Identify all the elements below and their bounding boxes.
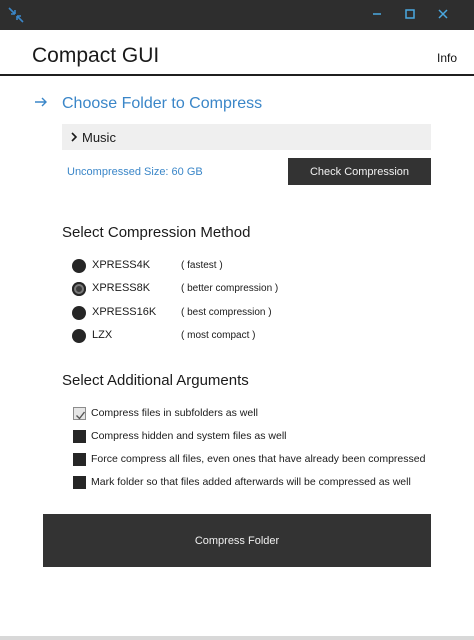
additional-arguments-heading: Select Additional Arguments <box>62 372 249 389</box>
checkbox-label: Force compress all files, even ones that… <box>91 453 426 465</box>
checkbox[interactable] <box>73 407 86 420</box>
title-bar <box>0 0 474 30</box>
radio-label: XPRESS4K <box>92 259 151 271</box>
minimize-button[interactable] <box>360 0 394 30</box>
radio-label: LZX <box>92 329 113 341</box>
radio-description: ( best compression ) <box>181 307 272 318</box>
radio-label: XPRESS8K <box>92 282 151 294</box>
app-title: Compact GUI <box>32 44 160 67</box>
checkbox[interactable] <box>73 453 86 466</box>
maximize-button[interactable] <box>393 0 427 30</box>
compress-folder-button[interactable]: Compress Folder <box>43 514 431 567</box>
selected-folder-bar[interactable]: Music <box>62 124 431 150</box>
checkmark-icon <box>75 408 86 420</box>
app-header: Compact GUI Info <box>0 30 474 74</box>
choose-folder-button[interactable]: Choose Folder to Compress <box>62 95 262 113</box>
compression-method-heading: Select Compression Method <box>62 224 251 241</box>
radio-button[interactable] <box>72 329 86 343</box>
checkbox-subfolders[interactable]: Compress files in subfolders as well <box>73 406 463 422</box>
radio-button[interactable] <box>72 282 86 296</box>
header-divider <box>0 74 474 76</box>
radio-description: ( better compression ) <box>181 283 279 294</box>
radio-option-xpress16k[interactable]: XPRESS16K ( best compression ) <box>72 304 372 322</box>
minimize-icon <box>372 6 382 24</box>
check-compression-button[interactable]: Check Compression <box>288 158 431 185</box>
close-icon <box>438 6 448 24</box>
checkbox-hidden-system[interactable]: Compress hidden and system files as well <box>73 429 463 445</box>
checkbox[interactable] <box>73 476 86 489</box>
folder-name: Music <box>82 130 116 145</box>
checkbox[interactable] <box>73 430 86 443</box>
close-button[interactable] <box>426 0 460 30</box>
radio-button[interactable] <box>72 306 86 320</box>
checkbox-label: Compress files in subfolders as well <box>91 407 258 419</box>
uncompressed-size-label: Uncompressed Size: 60 GB <box>67 166 203 178</box>
checkbox-force-compress[interactable]: Force compress all files, even ones that… <box>73 452 463 468</box>
bottom-border <box>0 636 474 640</box>
maximize-icon <box>405 6 415 24</box>
radio-option-lzx[interactable]: LZX ( most compact ) <box>72 327 372 345</box>
checkbox-label: Compress hidden and system files as well <box>91 430 287 442</box>
radio-description: ( fastest ) <box>181 260 223 271</box>
radio-button[interactable] <box>72 259 86 273</box>
radio-description: ( most compact ) <box>181 330 256 341</box>
arrow-right-icon <box>34 95 48 109</box>
chevron-right-icon <box>70 130 80 144</box>
radio-option-xpress4k[interactable]: XPRESS4K ( fastest ) <box>72 257 372 275</box>
checkbox-mark-folder[interactable]: Mark folder so that files added afterwar… <box>73 475 463 491</box>
info-link[interactable]: Info <box>437 51 457 65</box>
checkbox-label: Mark folder so that files added afterwar… <box>91 476 411 488</box>
compress-arrows-icon <box>7 6 25 24</box>
radio-option-xpress8k[interactable]: XPRESS8K ( better compression ) <box>72 280 372 298</box>
radio-label: XPRESS16K <box>92 306 157 318</box>
